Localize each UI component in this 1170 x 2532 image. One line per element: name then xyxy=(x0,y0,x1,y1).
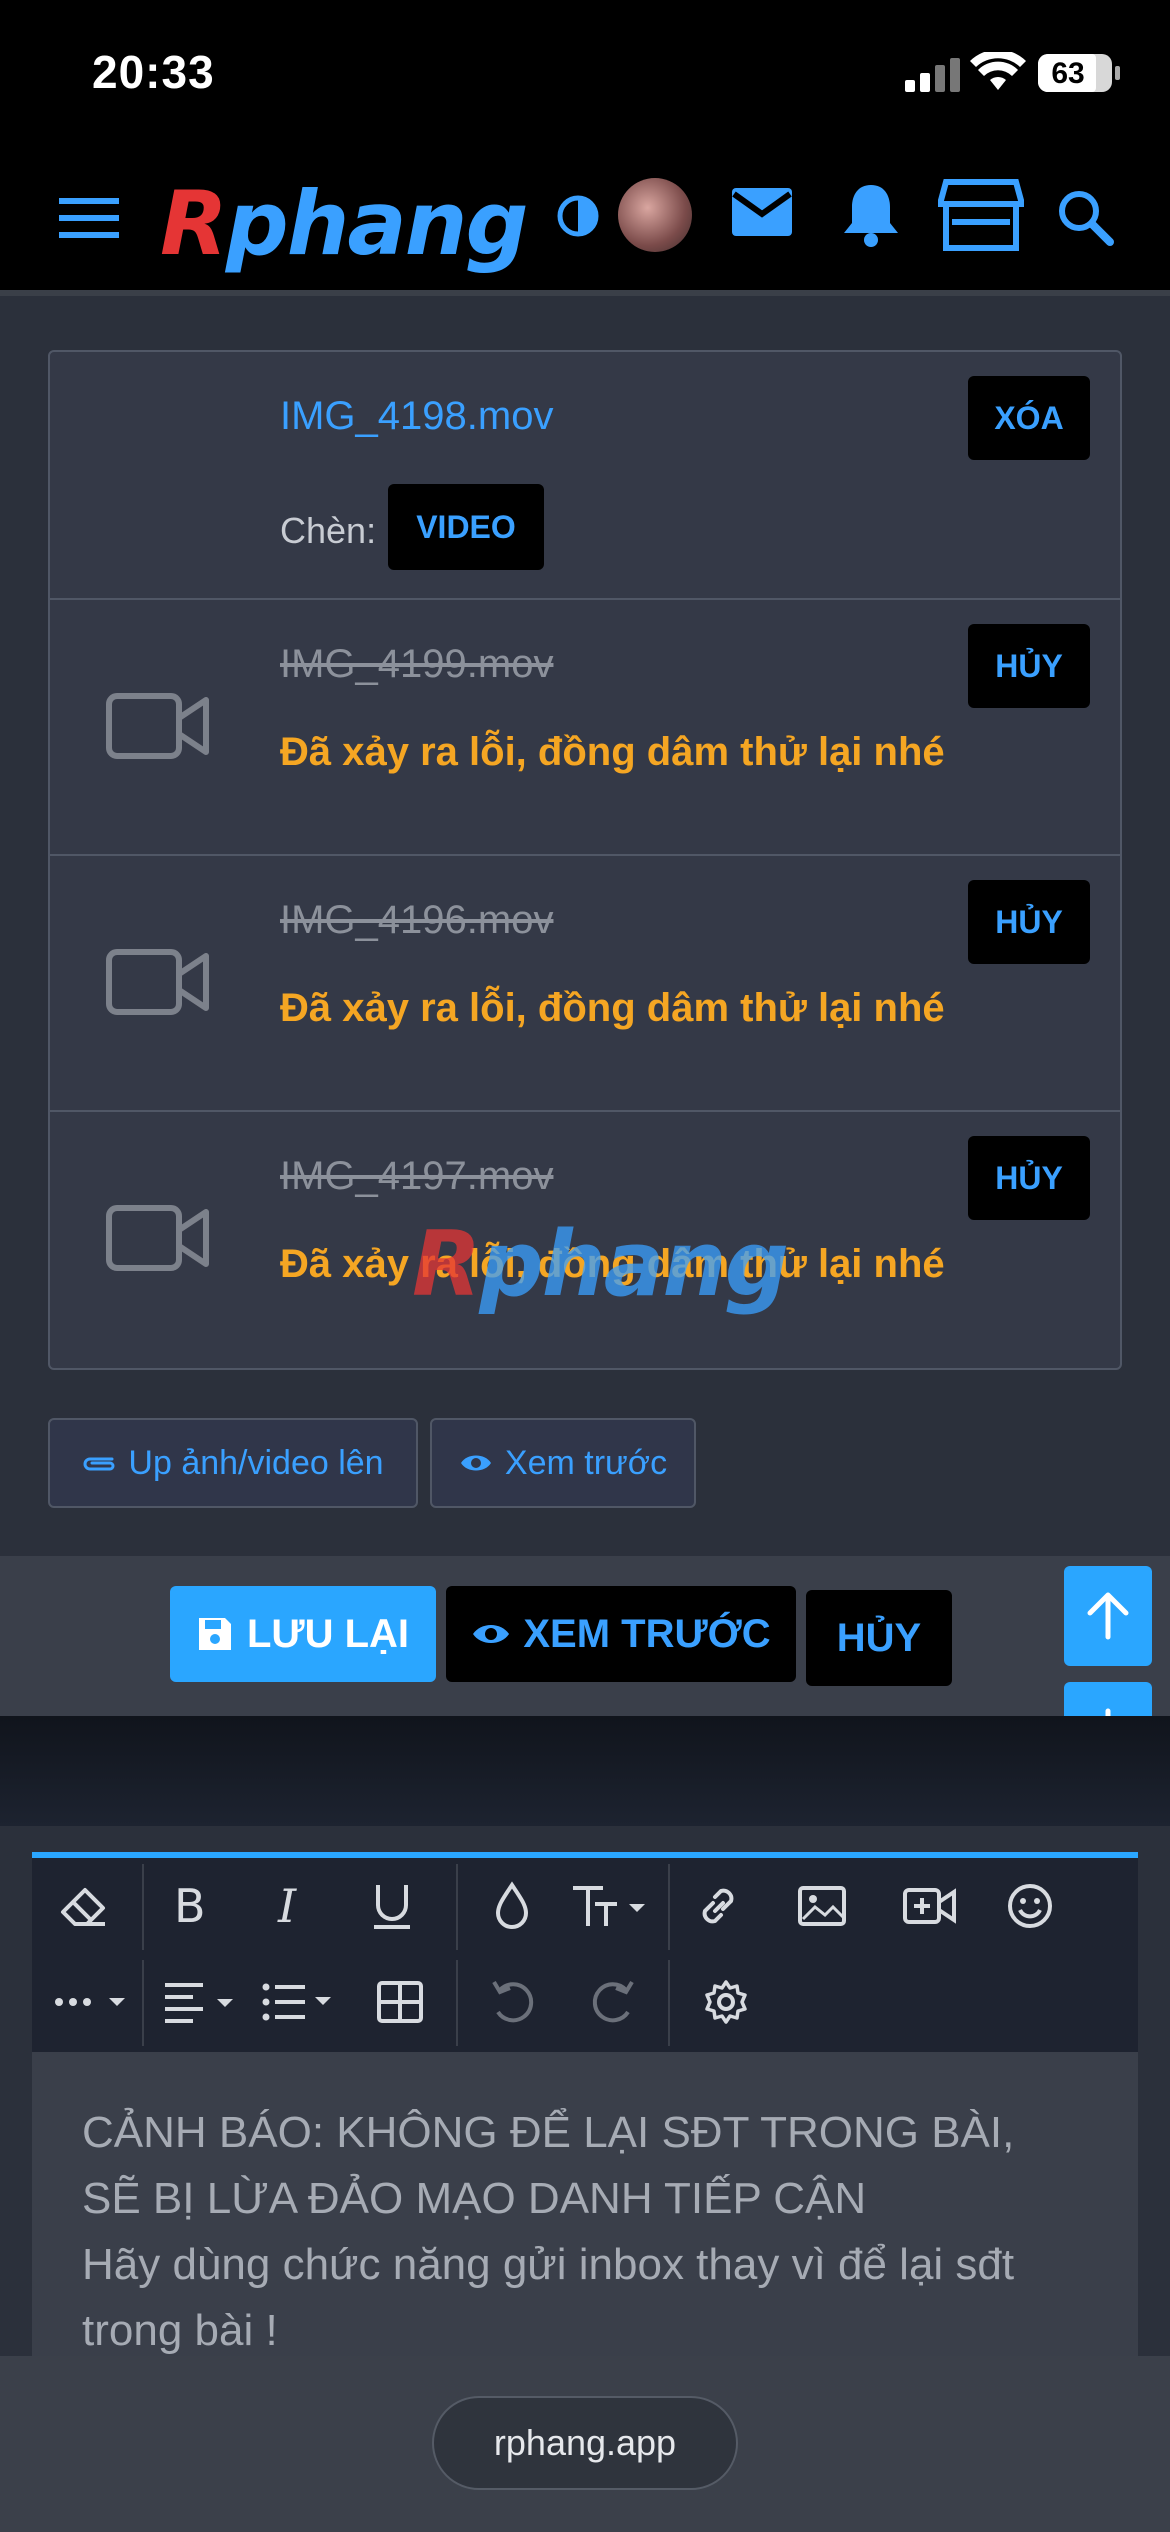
cancel-button[interactable]: HỦY xyxy=(806,1590,952,1686)
status-time: 20:33 xyxy=(92,46,215,98)
attachment-item: IMG_4199.mov Đã xảy ra lỗi, đồng dâm thử… xyxy=(50,600,1120,856)
settings-icon[interactable] xyxy=(696,1972,756,2032)
paperclip-icon xyxy=(83,1457,115,1471)
bold-icon[interactable]: B xyxy=(160,1876,220,1936)
emoji-icon[interactable] xyxy=(1000,1876,1060,1936)
italic-icon[interactable]: I xyxy=(260,1876,320,1936)
upload-media-label: Up ảnh/video lên xyxy=(128,1443,384,1482)
align-icon[interactable] xyxy=(162,1972,242,2032)
store-icon[interactable] xyxy=(936,176,1026,254)
battery-level: 63 xyxy=(1051,57,1085,90)
section-divider xyxy=(0,1716,1170,1826)
cancel-upload-button[interactable]: HỦY xyxy=(968,624,1090,708)
logo-text: phang xyxy=(225,172,529,275)
delete-button[interactable]: XÓA xyxy=(968,376,1090,460)
signal-icon xyxy=(905,56,961,92)
attachment-filename: IMG_4196.mov xyxy=(280,898,554,942)
attachment-filename[interactable]: IMG_4198.mov xyxy=(280,394,553,439)
warning-line: trong bài ! xyxy=(82,2306,278,2355)
warning-line: CẢNH BÁO: KHÔNG ĐỂ LẠI SĐT TRONG BÀI, xyxy=(82,2108,1015,2157)
theme-toggle-icon[interactable] xyxy=(552,190,604,242)
watermark-logo: Rphang xyxy=(412,1212,789,1317)
redo-icon[interactable] xyxy=(584,1972,644,2032)
image-icon[interactable] xyxy=(792,1876,852,1936)
underline-icon[interactable] xyxy=(362,1876,422,1936)
font-size-icon[interactable] xyxy=(570,1876,650,1936)
arrow-up-icon xyxy=(1087,1592,1129,1640)
preview-label: XEM TRƯỚC xyxy=(523,1611,771,1656)
attachment-item: IMG_4196.mov Đã xảy ra lỗi, đồng dâm thử… xyxy=(50,856,1120,1112)
preview-button[interactable]: XEM TRƯỚC xyxy=(446,1586,796,1682)
warning-line: Hãy dùng chức năng gửi inbox thay vì để … xyxy=(82,2240,1015,2289)
video-camera-icon xyxy=(106,1205,209,1271)
insert-label: Chèn: xyxy=(280,510,377,551)
attachment-filename: IMG_4197.mov xyxy=(280,1154,554,1198)
cancel-upload-button[interactable]: HỦY xyxy=(968,1136,1090,1220)
list-icon[interactable] xyxy=(260,1972,340,2032)
eye-icon xyxy=(460,1455,491,1471)
mail-icon[interactable] xyxy=(728,182,796,242)
avatar[interactable] xyxy=(618,178,692,252)
upload-media-button[interactable]: Up ảnh/video lên xyxy=(48,1418,418,1508)
search-icon[interactable] xyxy=(1052,184,1118,250)
svg-text:B: B xyxy=(174,1882,206,1930)
editor-content[interactable]: CẢNH BÁO: KHÔNG ĐỂ LẠI SĐT TRONG BÀI, SẼ… xyxy=(82,2100,1102,2364)
save-button[interactable]: LƯU LẠI xyxy=(170,1586,436,1682)
logo-letter-r: R xyxy=(160,172,228,275)
error-message: Đã xảy ra lỗi, đồng dâm thử lại nhé xyxy=(280,730,945,774)
editor-toolbar: B I xyxy=(32,1858,1138,2052)
undo-icon[interactable] xyxy=(482,1972,542,2032)
more-options-icon[interactable] xyxy=(52,1972,132,2032)
url-bar[interactable]: rphang.app xyxy=(432,2396,738,2490)
eraser-icon[interactable] xyxy=(54,1876,114,1936)
video-camera-icon xyxy=(106,693,209,759)
preview-small-button[interactable]: Xem trước xyxy=(430,1418,696,1508)
insert-video-button[interactable]: VIDEO xyxy=(388,484,544,570)
watermark-r: R xyxy=(412,1212,481,1317)
menu-icon[interactable] xyxy=(56,190,122,246)
text-color-icon[interactable] xyxy=(482,1876,542,1936)
attachment-filename: IMG_4199.mov xyxy=(280,642,554,686)
wifi-icon xyxy=(970,52,1026,90)
save-label: LƯU LẠI xyxy=(246,1611,410,1656)
error-message: Đã xảy ra lỗi, đồng dâm thử lại nhé xyxy=(280,986,945,1030)
eye-icon xyxy=(473,1625,510,1643)
table-icon[interactable] xyxy=(370,1972,430,2032)
bell-icon[interactable] xyxy=(838,178,904,250)
svg-text:I: I xyxy=(277,1882,297,1930)
watermark-text: phang xyxy=(479,1212,789,1317)
video-camera-icon xyxy=(106,949,209,1015)
insert-video-icon[interactable] xyxy=(900,1876,960,1936)
cancel-upload-button[interactable]: HỦY xyxy=(968,880,1090,964)
preview-small-label: Xem trước xyxy=(504,1443,668,1482)
site-logo[interactable]: Rphang xyxy=(160,172,529,275)
attachment-item: IMG_4198.mov Chèn: VIDEO XÓA xyxy=(50,352,1120,600)
scroll-up-button[interactable] xyxy=(1064,1566,1152,1666)
status-bar: 20:33 63 xyxy=(0,0,1170,140)
warning-line: SẼ BỊ LỪA ĐẢO MẠO DANH TIẾP CẬN xyxy=(82,2174,867,2223)
save-icon xyxy=(198,1618,231,1650)
battery-icon: 63 xyxy=(1038,54,1120,92)
link-icon[interactable] xyxy=(688,1876,748,1936)
